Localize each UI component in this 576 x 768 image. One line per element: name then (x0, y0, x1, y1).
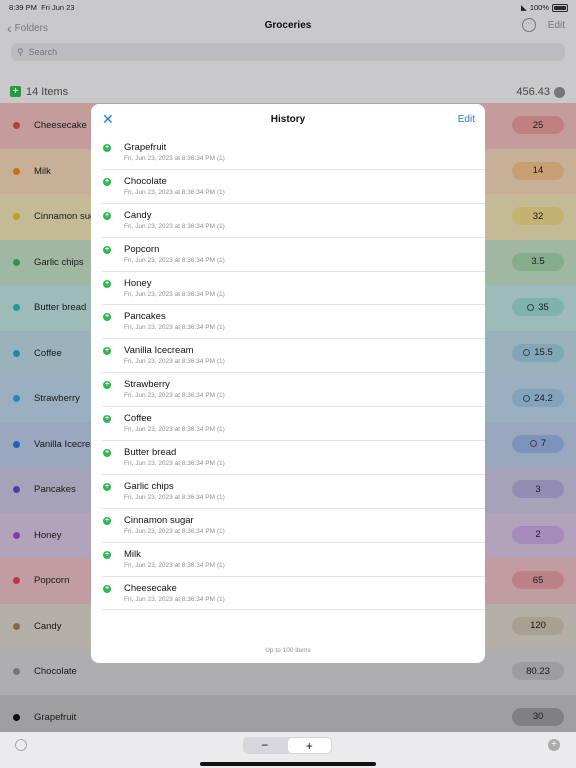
home-indicator (200, 762, 376, 766)
history-row[interactable]: + Honey Fri, Jun 23, 2023 at 8:36:34 PM (1… (102, 272, 485, 306)
history-item-name: Coffee (124, 413, 152, 425)
history-item-name: Popcorn (124, 243, 160, 255)
history-item-detail: Fri, Jun 23, 2023 at 8:36:34 PM (1) (124, 426, 225, 434)
history-row[interactable]: + Popcorn Fri, Jun 23, 2023 at 8:36:34 PM … (102, 238, 485, 272)
quantity-stepper[interactable]: − + (243, 737, 332, 754)
history-list: + Grapefruit Fri, Jun 23, 2023 at 8:36:34 … (91, 136, 485, 611)
history-item-name: Cinnamon sugar (124, 514, 194, 526)
plus-circle-icon: + (103, 381, 111, 390)
history-row[interactable]: + Candy Fri, Jun 23, 2023 at 8:36:34 PM (1… (102, 204, 485, 238)
history-item-detail: Fri, Jun 23, 2023 at 8:36:34 PM (1) (124, 460, 225, 468)
plus-circle-icon: + (103, 415, 111, 424)
history-item-detail: Fri, Jun 23, 2023 at 8:36:34 PM (1) (124, 595, 225, 603)
history-item-name: Cheesecake (124, 582, 177, 594)
history-row[interactable]: + Pancakes Fri, Jun 23, 2023 at 8:36:34 PM… (102, 305, 485, 340)
history-footer: Up to 100 items (265, 647, 311, 654)
history-item-detail: Fri, Jun 23, 2023 at 8:36:34 PM (1) (124, 290, 225, 298)
plus-circle-icon: + (103, 347, 111, 356)
increment-button[interactable]: + (287, 738, 331, 753)
modal-header: ✕ History Edit (91, 104, 485, 136)
history-item-detail: Fri, Jun 23, 2023 at 8:36:34 PM (1) (124, 222, 225, 230)
history-item-name: Garlic chips (124, 480, 174, 492)
plus-circle-icon: + (103, 144, 111, 152)
plus-circle-icon: + (103, 584, 111, 593)
plus-circle-icon: + (103, 279, 111, 288)
history-item-name: Honey (124, 277, 152, 289)
plus-circle-icon: + (103, 516, 111, 525)
history-item-name: Butter bread (124, 447, 177, 459)
add-circle-icon[interactable]: + (548, 739, 560, 751)
plus-circle-icon: + (103, 449, 111, 458)
history-item-name: Strawberry (124, 379, 170, 391)
history-row[interactable]: + Butter bread Fri, Jun 23, 2023 at 8:36:3… (102, 441, 485, 475)
history-item-name: Pancakes (124, 311, 166, 323)
history-item-detail: Fri, Jun 23, 2023 at 8:36:34 PM (1) (124, 392, 225, 400)
history-icon[interactable] (15, 739, 27, 751)
history-item-detail: Fri, Jun 23, 2023 at 8:36:34 PM (1) (124, 493, 225, 501)
history-modal: ✕ History Edit + Grapefruit Fri, Jun 23, 2… (91, 104, 485, 663)
plus-circle-icon: + (103, 482, 111, 491)
history-item-detail: Fri, Jun 23, 2023 at 8:36:34 PM (1) (124, 188, 225, 196)
history-item-detail: Fri, Jun 23, 2023 at 8:36:34 PM (1) (124, 155, 225, 162)
history-item-name: Grapefruit (124, 142, 167, 153)
history-item-detail: Fri, Jun 23, 2023 at 8:36:34 PM (1) (124, 324, 225, 332)
history-row[interactable]: + Chocolate Fri, Jun 23, 2023 at 8:36:34 P… (102, 170, 485, 204)
history-row[interactable]: + Vanilla Icecream Fri, Jun 23, 2023 at 8:… (102, 339, 485, 374)
history-row[interactable]: + Coffee Fri, Jun 23, 2023 at 8:36:34 PM (… (102, 407, 485, 442)
plus-circle-icon: + (103, 177, 111, 186)
plus-circle-icon: + (103, 313, 111, 322)
decrement-button[interactable]: − (243, 737, 287, 754)
history-row[interactable]: + Milk Fri, Jun 23, 2023 at 8:36:34 PM (1) (102, 543, 485, 577)
modal-edit-button[interactable]: Edit (458, 114, 475, 125)
history-row[interactable]: + Cinnamon sugar Fri, Jun 23, 2023 at 8:36… (102, 509, 485, 543)
plus-circle-icon: + (103, 245, 111, 254)
history-row[interactable]: + Cheesecake Fri, Jun 23, 2023 at 8:36:34 … (102, 577, 485, 611)
plus-circle-icon: + (103, 550, 111, 559)
plus-circle-icon: + (103, 211, 111, 220)
history-row[interactable]: + Grapefruit Fri, Jun 23, 2023 at 8:36:34 … (102, 136, 485, 170)
history-item-name: Vanilla Icecream (124, 345, 194, 357)
history-item-name: Milk (124, 548, 141, 560)
history-item-detail: Fri, Jun 23, 2023 at 8:36:34 PM (1) (124, 256, 225, 264)
history-item-detail: Fri, Jun 23, 2023 at 8:36:34 PM (1) (124, 358, 225, 366)
history-item-name: Chocolate (124, 175, 167, 187)
history-row[interactable]: + Strawberry Fri, Jun 23, 2023 at 8:36:34 … (102, 373, 485, 408)
history-row[interactable]: + Garlic chips Fri, Jun 23, 2023 at 8:36:3… (102, 475, 485, 509)
modal-title: History (270, 114, 306, 125)
history-item-name: Candy (124, 209, 152, 221)
history-item-detail: Fri, Jun 23, 2023 at 8:36:34 PM (1) (124, 561, 225, 569)
history-item-detail: Fri, Jun 23, 2023 at 8:36:34 PM (1) (124, 527, 225, 535)
